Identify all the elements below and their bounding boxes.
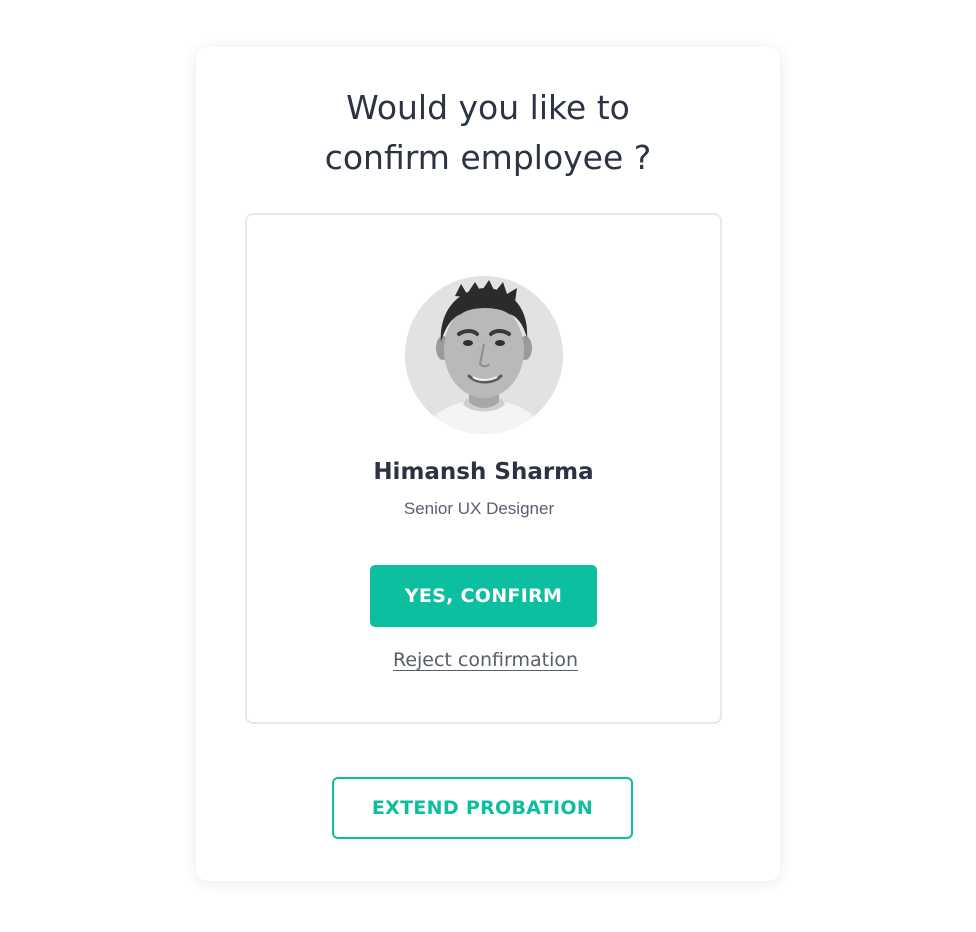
avatar bbox=[405, 276, 563, 434]
dialog-title: Would you like to confirm employee ? bbox=[196, 83, 780, 183]
yes-confirm-button[interactable]: YES, CONFIRM bbox=[370, 565, 597, 627]
dialog-title-line-1: Would you like to bbox=[346, 88, 630, 127]
employee-card: Himansh Sharma Senior UX Designer YES, C… bbox=[245, 213, 722, 724]
dialog-title-line-2: confirm employee ? bbox=[324, 138, 652, 177]
reject-confirmation-link[interactable]: Reject confirmation bbox=[393, 649, 578, 671]
confirm-employee-dialog: Would you like to confirm employee ? Him… bbox=[196, 47, 780, 881]
extend-probation-button[interactable]: EXTEND PROBATION bbox=[332, 777, 633, 839]
employee-role: Senior UX Designer bbox=[403, 499, 555, 518]
employee-photo-icon bbox=[405, 276, 563, 434]
reject-confirmation-row: Reject confirmation bbox=[247, 645, 724, 675]
employee-name: Himansh Sharma bbox=[373, 459, 594, 485]
